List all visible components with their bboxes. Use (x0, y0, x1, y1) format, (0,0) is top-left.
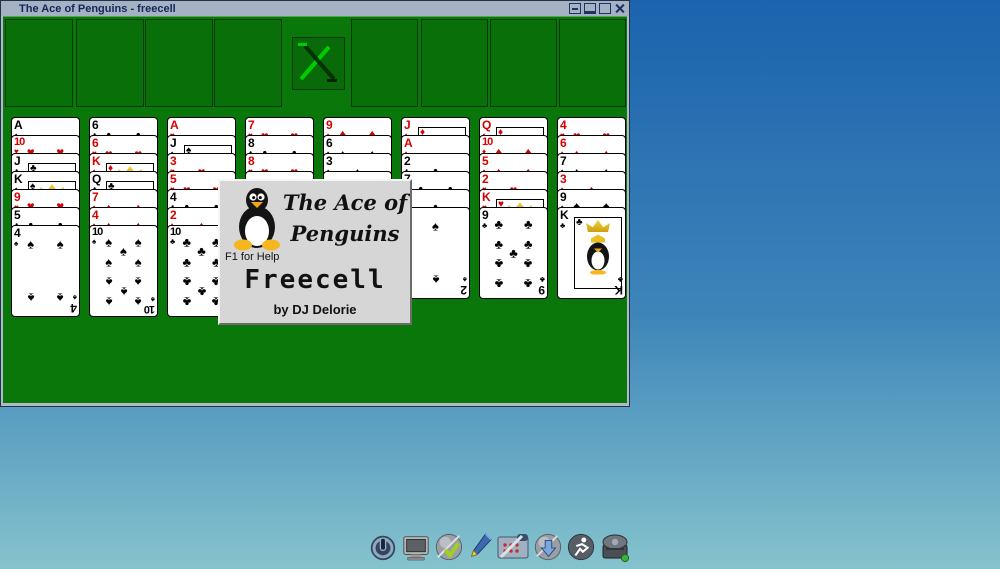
desktop: { "window": { "title": "The Ace of Pengu… (0, 0, 1000, 569)
card-10-of-spades[interactable]: 10♠10♠♠♠♠♠♠♠♠♠♠♠ (89, 225, 158, 317)
power-icon[interactable] (368, 531, 398, 563)
card-4-of-spades[interactable]: 4♠4♠♠♠♠♠ (11, 225, 80, 317)
run-sphere-icon[interactable] (566, 531, 596, 563)
card-9-of-clubs[interactable]: 9♣9♣♣♣♣♣♣♣♣♣♣ (479, 207, 548, 299)
foundation-1[interactable] (351, 19, 418, 107)
tux-penguin-image (234, 185, 280, 256)
about-splash-dialog[interactable]: The Ace of Penguins F1 for Help Freecell… (218, 179, 412, 325)
window-title: The Ace of Penguins - freecell (1, 3, 176, 15)
toolbox-icon[interactable] (496, 531, 530, 563)
byline: by DJ Delorie (220, 302, 410, 317)
install-sphere-icon[interactable] (533, 531, 563, 563)
disk-icon[interactable] (599, 531, 631, 563)
titlebar[interactable]: The Ace of Penguins - freecell (1, 1, 629, 16)
free-cell-3[interactable] (145, 19, 213, 107)
free-cell-1[interactable] (5, 19, 73, 107)
display-icon[interactable] (401, 531, 431, 563)
free-cell-4[interactable] (214, 19, 282, 107)
pen-icon[interactable] (467, 531, 493, 563)
maximize-icon[interactable] (584, 3, 596, 14)
dialog-title: The Ace of Penguins (282, 187, 408, 249)
foundation-4[interactable] (559, 19, 626, 107)
dock (368, 531, 631, 563)
restore-icon[interactable] (599, 3, 611, 14)
window-controls (569, 3, 626, 14)
free-cell-2[interactable] (76, 19, 144, 107)
card-K-of-clubs[interactable]: K♣K♣♣ (557, 207, 626, 299)
foundation-2[interactable] (421, 19, 488, 107)
freecell-window: The Ace of Penguins - freecell A♠A♠♠10♥1… (0, 0, 630, 407)
approve-sphere-icon[interactable] (434, 531, 464, 563)
help-hint: F1 for Help (225, 251, 279, 263)
game-name: Freecell (220, 265, 410, 295)
ace-of-penguins-x-logo (292, 37, 345, 90)
minimize-icon[interactable] (569, 3, 581, 14)
foundation-3[interactable] (490, 19, 557, 107)
close-icon[interactable] (614, 3, 626, 14)
game-felt: A♠A♠♠10♥10♥♥♥♥♥♥♥♥♥♥♥J♣J♣♣K♠K♠♠9♥9♥♥♥♥♥♥… (3, 16, 627, 403)
